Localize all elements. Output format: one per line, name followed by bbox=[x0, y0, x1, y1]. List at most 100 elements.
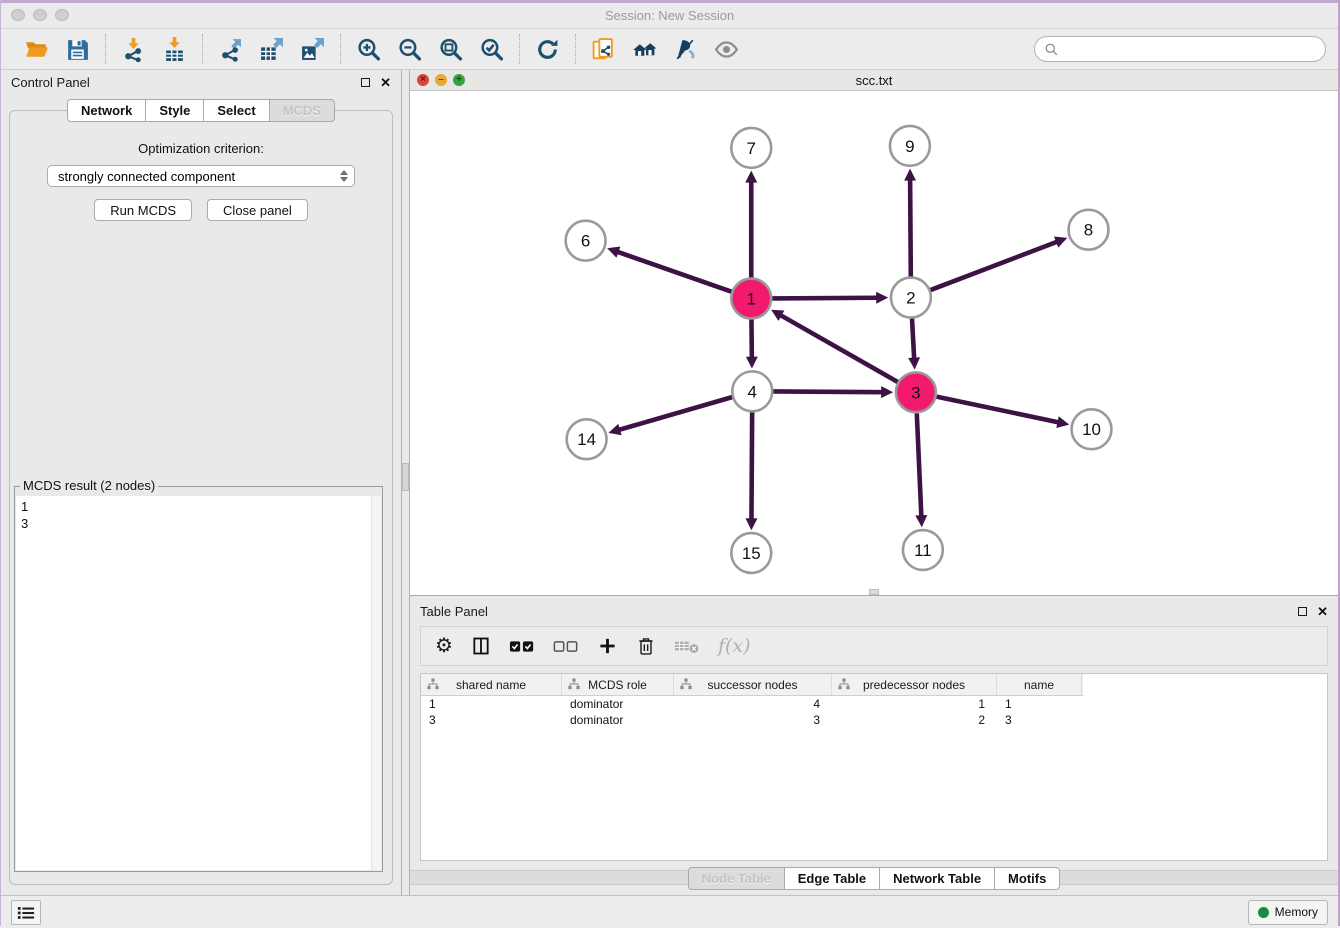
table-cell[interactable]: 4 bbox=[674, 696, 832, 712]
control-tab-mcds[interactable]: MCDS bbox=[269, 99, 335, 122]
tab-motifs[interactable]: Motifs bbox=[994, 867, 1060, 890]
select-all-icon[interactable] bbox=[509, 634, 535, 658]
task-history-button[interactable] bbox=[11, 900, 41, 925]
close-panel-button[interactable]: Close panel bbox=[207, 199, 308, 221]
svg-text:6: 6 bbox=[581, 232, 590, 251]
minimize-window-button[interactable] bbox=[33, 9, 47, 21]
add-column-icon[interactable] bbox=[597, 634, 618, 658]
tab-network-table[interactable]: Network Table bbox=[879, 867, 994, 890]
mcds-result-text[interactable]: 1 3 bbox=[16, 496, 381, 870]
node-table: shared nameMCDS rolesuccessor nodesprede… bbox=[420, 673, 1328, 861]
graph-node-1[interactable]: 1 bbox=[731, 279, 771, 319]
hide-icon[interactable] bbox=[713, 36, 740, 63]
graph-edge-2-8[interactable] bbox=[930, 241, 1057, 290]
graph-node-10[interactable]: 10 bbox=[1072, 409, 1112, 449]
control-tab-network[interactable]: Network bbox=[67, 99, 145, 122]
zoom-fit-icon[interactable] bbox=[437, 36, 464, 63]
graph-node-9[interactable]: 9 bbox=[890, 126, 930, 166]
graph-node-4[interactable]: 4 bbox=[732, 371, 772, 411]
column-header-successor-nodes[interactable]: successor nodes bbox=[674, 674, 832, 695]
column-header-shared-name[interactable]: shared name bbox=[421, 674, 562, 695]
network-canvas[interactable]: 7 9 6 8 1 2 4 3 14 10 15 11 bbox=[410, 91, 1338, 595]
table-cell[interactable]: 3 bbox=[674, 712, 832, 728]
import-table-icon[interactable] bbox=[161, 36, 188, 63]
save-session-icon[interactable] bbox=[64, 36, 91, 63]
graph-edge-1-2[interactable] bbox=[772, 298, 878, 299]
refresh-icon[interactable] bbox=[534, 36, 561, 63]
control-tab-select[interactable]: Select bbox=[203, 99, 268, 122]
svg-text:8: 8 bbox=[1084, 221, 1093, 240]
optimization-criterion-dropdown[interactable]: strongly connected component bbox=[47, 165, 355, 187]
graph-node-15[interactable]: 15 bbox=[731, 533, 771, 573]
clone-network-icon[interactable] bbox=[590, 36, 617, 63]
search-input[interactable] bbox=[1064, 41, 1316, 58]
control-panel-tabs: NetworkStyleSelectMCDS bbox=[1, 99, 401, 122]
graph-edge-2-9[interactable] bbox=[910, 179, 911, 277]
network-view-window: × – + scc.txt 7968124314101511 bbox=[410, 70, 1338, 596]
table-row[interactable]: 1dominator411 bbox=[421, 696, 1083, 712]
split-columns-icon[interactable] bbox=[471, 634, 491, 658]
table-cell[interactable]: 1 bbox=[832, 696, 997, 712]
control-tab-style[interactable]: Style bbox=[145, 99, 203, 122]
memory-button[interactable]: Memory bbox=[1248, 900, 1328, 925]
graph-edge-3-10[interactable] bbox=[936, 397, 1059, 423]
splitter-handle[interactable] bbox=[402, 463, 409, 491]
tab-edge-table[interactable]: Edge Table bbox=[784, 867, 879, 890]
close-table-panel-icon[interactable]: ✕ bbox=[1317, 605, 1328, 618]
canvas-resize-handle[interactable] bbox=[869, 589, 879, 595]
panel-splitter[interactable] bbox=[401, 70, 410, 895]
graph-node-7[interactable]: 7 bbox=[731, 128, 771, 168]
titlebar: Session: New Session bbox=[1, 3, 1338, 29]
table-cell[interactable]: 1 bbox=[997, 696, 1082, 712]
graph-node-8[interactable]: 8 bbox=[1069, 210, 1109, 250]
result-scrollbar[interactable] bbox=[371, 496, 381, 870]
table-cell[interactable]: dominator bbox=[562, 712, 674, 728]
graph-node-6[interactable]: 6 bbox=[566, 221, 606, 261]
graph-node-14[interactable]: 14 bbox=[567, 419, 607, 459]
table-cell[interactable]: 2 bbox=[832, 712, 997, 728]
export-table-icon[interactable] bbox=[258, 36, 285, 63]
maximize-window-button[interactable] bbox=[55, 9, 69, 21]
table-cell[interactable]: 1 bbox=[421, 696, 562, 712]
delete-column-icon[interactable] bbox=[636, 634, 656, 658]
style-icon[interactable] bbox=[672, 36, 699, 63]
graph-edge-4-15[interactable] bbox=[751, 412, 752, 520]
zoom-out-icon[interactable] bbox=[396, 36, 423, 63]
graph-node-3[interactable]: 3 bbox=[896, 372, 936, 412]
graph-node-2[interactable]: 2 bbox=[891, 278, 931, 318]
svg-text:3: 3 bbox=[911, 383, 920, 402]
graph-node-11[interactable]: 11 bbox=[903, 530, 943, 570]
graph-edge-4-14[interactable] bbox=[618, 397, 732, 430]
column-header-predecessor-nodes[interactable]: predecessor nodes bbox=[832, 674, 997, 695]
table-cell[interactable]: 3 bbox=[421, 712, 562, 728]
zoom-in-icon[interactable] bbox=[355, 36, 382, 63]
network-maximize-icon[interactable]: + bbox=[453, 74, 465, 86]
float-panel-icon[interactable] bbox=[361, 78, 370, 87]
export-network-icon[interactable] bbox=[217, 36, 244, 63]
network-minimize-icon[interactable]: – bbox=[435, 74, 447, 86]
graph-edge-3-11[interactable] bbox=[917, 413, 922, 517]
graph-edge-2-3[interactable] bbox=[912, 319, 914, 360]
graph-edge-3-1[interactable] bbox=[780, 315, 898, 382]
close-window-button[interactable] bbox=[11, 9, 25, 21]
graph-edge-4-3[interactable] bbox=[773, 391, 883, 392]
column-header-MCDS-role[interactable]: MCDS role bbox=[562, 674, 674, 695]
graph-edge-1-6[interactable] bbox=[617, 252, 732, 292]
run-mcds-button[interactable]: Run MCDS bbox=[94, 199, 192, 221]
network-close-icon[interactable]: × bbox=[417, 74, 429, 86]
float-table-panel-icon[interactable] bbox=[1298, 607, 1307, 616]
tab-node-table[interactable]: Node Table bbox=[688, 867, 784, 890]
open-file-icon[interactable] bbox=[23, 36, 50, 63]
export-image-icon[interactable] bbox=[299, 36, 326, 63]
deselect-all-icon[interactable] bbox=[553, 634, 579, 658]
close-panel-icon[interactable]: ✕ bbox=[380, 76, 391, 89]
import-network-icon[interactable] bbox=[120, 36, 147, 63]
table-cell[interactable]: 3 bbox=[997, 712, 1082, 728]
column-header-name[interactable]: name bbox=[997, 674, 1082, 695]
table-cell[interactable]: dominator bbox=[562, 696, 674, 712]
layout-icon[interactable] bbox=[631, 36, 658, 63]
dropdown-stepper-icon bbox=[340, 170, 348, 182]
table-row[interactable]: 3dominator323 bbox=[421, 712, 1083, 728]
zoom-selected-icon[interactable] bbox=[478, 36, 505, 63]
table-settings-icon[interactable]: ⚙ bbox=[435, 634, 453, 658]
